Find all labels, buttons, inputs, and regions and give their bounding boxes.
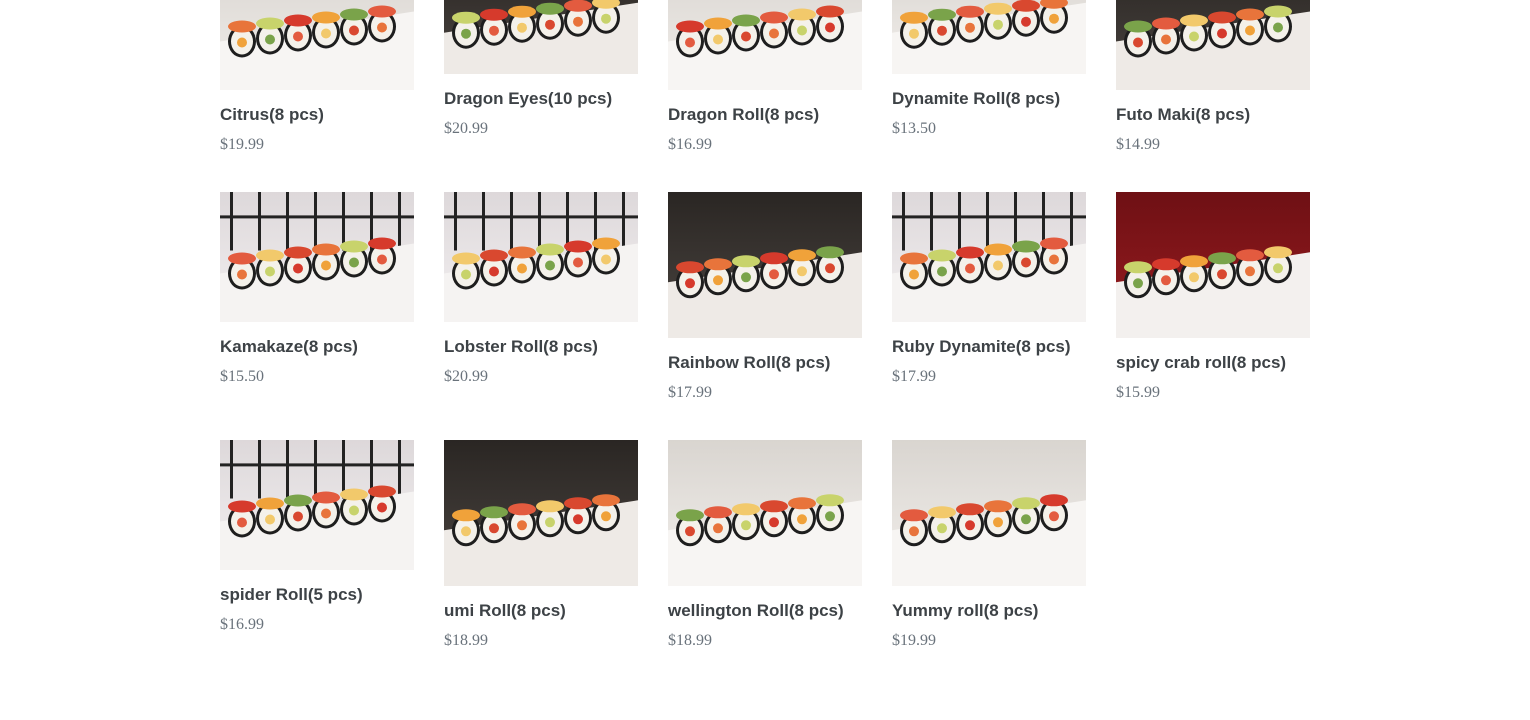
product-price: $19.99 bbox=[892, 632, 936, 649]
product-title[interactable]: Dragon Eyes(10 pcs) bbox=[444, 90, 638, 108]
product-title[interactable]: Lobster Roll(8 pcs) bbox=[444, 338, 638, 356]
product-title[interactable]: spicy crab roll(8 pcs) bbox=[1116, 354, 1310, 372]
product-title[interactable]: Citrus(8 pcs) bbox=[220, 106, 414, 124]
product-price: $15.50 bbox=[220, 368, 264, 385]
product-image[interactable] bbox=[668, 440, 862, 586]
product-card[interactable]: Ruby Dynamite(8 pcs) $17.99 bbox=[892, 192, 1086, 386]
product-price: $14.99 bbox=[1116, 136, 1160, 153]
product-card[interactable]: Rainbow Roll(8 pcs) $17.99 bbox=[668, 192, 862, 402]
product-image[interactable] bbox=[892, 440, 1086, 586]
product-title[interactable]: Yummy roll(8 pcs) bbox=[892, 602, 1086, 620]
product-price: $16.99 bbox=[668, 136, 712, 153]
product-card[interactable]: spider Roll(5 pcs) $16.99 bbox=[220, 440, 414, 634]
product-price: $19.99 bbox=[220, 136, 264, 153]
product-title[interactable]: Kamakaze(8 pcs) bbox=[220, 338, 414, 356]
product-card[interactable]: Futo Maki(8 pcs) $14.99 bbox=[1116, 0, 1310, 154]
product-card[interactable]: Dragon Roll(8 pcs) $16.99 bbox=[668, 0, 862, 154]
product-image[interactable] bbox=[220, 192, 414, 322]
product-title[interactable]: umi Roll(8 pcs) bbox=[444, 602, 638, 620]
product-image[interactable] bbox=[1116, 192, 1310, 338]
product-image[interactable] bbox=[220, 440, 414, 570]
product-price: $17.99 bbox=[892, 368, 936, 385]
product-price: $20.99 bbox=[444, 368, 488, 385]
product-card[interactable]: Lobster Roll(8 pcs) $20.99 bbox=[444, 192, 638, 386]
product-image[interactable] bbox=[892, 192, 1086, 322]
product-title[interactable]: Dynamite Roll(8 pcs) bbox=[892, 90, 1086, 108]
product-image[interactable] bbox=[444, 192, 638, 322]
product-card[interactable]: wellington Roll(8 pcs) $18.99 bbox=[668, 440, 862, 650]
product-image[interactable] bbox=[444, 0, 638, 74]
product-card[interactable]: umi Roll(8 pcs) $18.99 bbox=[444, 440, 638, 650]
product-price: $18.99 bbox=[444, 632, 488, 649]
product-image[interactable] bbox=[668, 192, 862, 338]
product-card[interactable]: Yummy roll(8 pcs) $19.99 bbox=[892, 440, 1086, 650]
product-price: $13.50 bbox=[892, 120, 936, 137]
product-card[interactable]: Dragon Eyes(10 pcs) $20.99 bbox=[444, 0, 638, 138]
product-title[interactable]: Ruby Dynamite(8 pcs) bbox=[892, 338, 1086, 356]
product-price: $16.99 bbox=[220, 616, 264, 633]
product-image[interactable] bbox=[892, 0, 1086, 74]
product-card[interactable]: Dynamite Roll(8 pcs) $13.50 bbox=[892, 0, 1086, 138]
product-image[interactable] bbox=[668, 0, 862, 90]
product-title[interactable]: Rainbow Roll(8 pcs) bbox=[668, 354, 862, 372]
product-price: $18.99 bbox=[668, 632, 712, 649]
product-price: $17.99 bbox=[668, 384, 712, 401]
product-image[interactable] bbox=[444, 440, 638, 586]
product-price: $15.99 bbox=[1116, 384, 1160, 401]
product-price: $20.99 bbox=[444, 120, 488, 137]
product-card[interactable]: spicy crab roll(8 pcs) $15.99 bbox=[1116, 192, 1310, 402]
product-title[interactable]: wellington Roll(8 pcs) bbox=[668, 602, 862, 620]
product-grid: Citrus(8 pcs) $19.99 Dragon Eyes(10 pcs) $2… bbox=[0, 0, 1530, 720]
product-title[interactable]: Dragon Roll(8 pcs) bbox=[668, 106, 862, 124]
product-image[interactable] bbox=[220, 0, 414, 90]
product-image[interactable] bbox=[1116, 0, 1310, 90]
product-card[interactable]: Kamakaze(8 pcs) $15.50 bbox=[220, 192, 414, 386]
product-title[interactable]: spider Roll(5 pcs) bbox=[220, 586, 414, 604]
product-card[interactable]: Citrus(8 pcs) $19.99 bbox=[220, 0, 414, 154]
product-title[interactable]: Futo Maki(8 pcs) bbox=[1116, 106, 1310, 124]
